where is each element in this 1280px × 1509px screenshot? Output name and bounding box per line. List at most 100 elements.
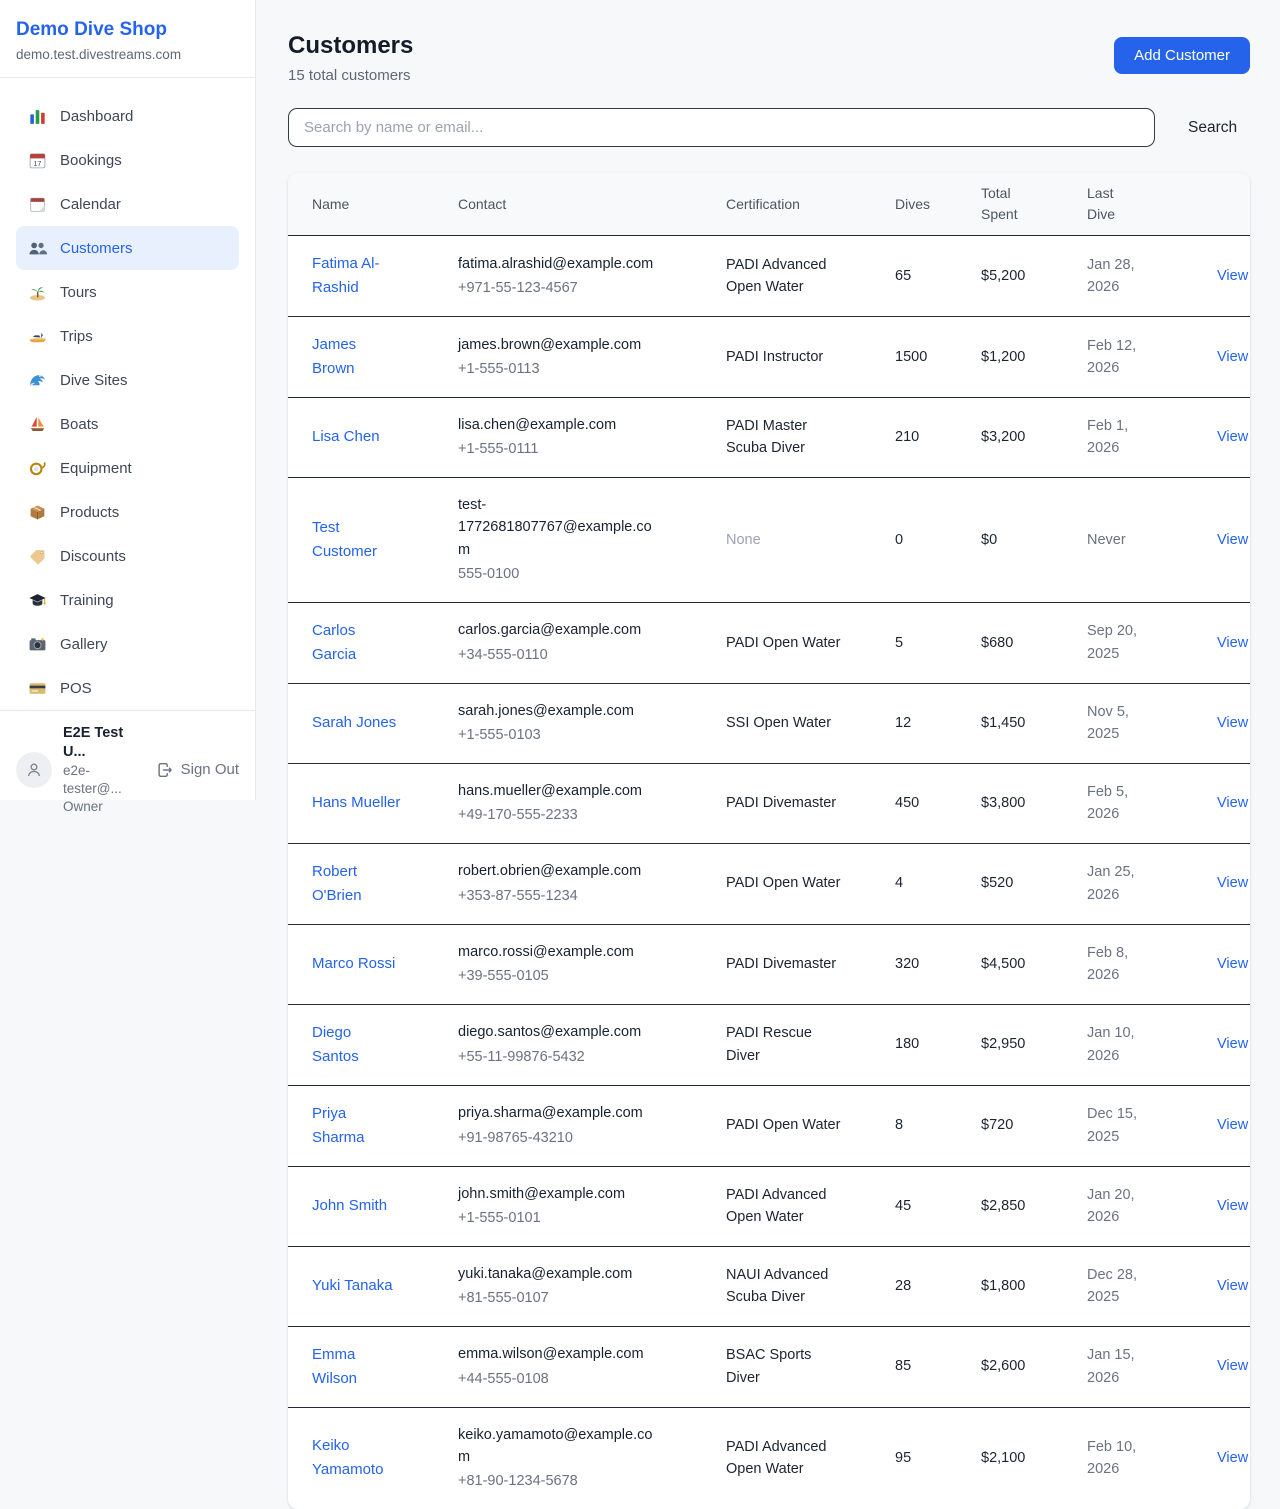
cell-certification: PADI Instructor — [726, 317, 895, 398]
cell-certification: PADI Open Water — [726, 1085, 895, 1166]
search-button[interactable]: Search — [1182, 118, 1243, 138]
cell-name: Lisa Chen — [288, 398, 458, 478]
view-link[interactable]: View — [1217, 1358, 1248, 1374]
customer-name-link[interactable]: John Smith — [312, 1194, 387, 1218]
view-link[interactable]: View — [1217, 1278, 1248, 1294]
customer-total-spent: $0 — [981, 532, 997, 548]
customer-name-link[interactable]: Priya Sharma — [312, 1102, 402, 1150]
sidebar-item-calendar[interactable]: Calendar — [16, 182, 239, 226]
view-link[interactable]: View — [1217, 429, 1248, 445]
view-link[interactable]: View — [1217, 875, 1248, 891]
view-link[interactable]: View — [1217, 795, 1248, 811]
customer-total-spent: $1,200 — [981, 349, 1025, 365]
customer-name-link[interactable]: Lisa Chen — [312, 425, 380, 449]
cell-certification: PADI Rescue Diver — [726, 1004, 895, 1085]
add-customer-button[interactable]: Add Customer — [1114, 37, 1250, 74]
sidebar-item-label: Tours — [60, 284, 97, 301]
sidebar-item-training[interactable]: Training — [16, 578, 239, 622]
customer-email: john.smith@example.com — [458, 1183, 663, 1205]
view-link[interactable]: View — [1217, 349, 1248, 365]
view-link[interactable]: View — [1217, 715, 1248, 731]
cell-contact: carlos.garcia@example.com+34-555-0110 — [458, 602, 726, 683]
cell-last-dive: Jan 28, 2026 — [1087, 236, 1193, 317]
cell-certification: PADI Master Scuba Diver — [726, 398, 895, 478]
customer-dives: 1500 — [895, 349, 927, 365]
cell-dives: 320 — [895, 924, 981, 1004]
view-link[interactable]: View — [1217, 1117, 1248, 1133]
view-link[interactable]: View — [1217, 1198, 1248, 1214]
sidebar-item-pos[interactable]: POS — [16, 666, 239, 710]
search-input[interactable] — [288, 108, 1155, 147]
customer-name-link[interactable]: Sarah Jones — [312, 711, 396, 735]
customer-name-link[interactable]: Yuki Tanaka — [312, 1274, 393, 1298]
bar-chart-icon — [28, 107, 47, 126]
customer-last-dive: Jan 28, 2026 — [1087, 254, 1151, 299]
view-link[interactable]: View — [1217, 1450, 1248, 1466]
table-row: Hans Muellerhans.mueller@example.com+49-… — [288, 763, 1250, 843]
customer-name-link[interactable]: Keiko Yamamoto — [312, 1434, 402, 1482]
customer-email: marco.rossi@example.com — [458, 941, 663, 963]
customer-name-link[interactable]: James Brown — [312, 333, 402, 381]
cell-contact: john.smith@example.com+1-555-0101 — [458, 1166, 726, 1246]
sign-out-button[interactable]: Sign Out — [156, 761, 239, 779]
customer-dives: 210 — [895, 429, 919, 445]
customer-name-link[interactable]: Hans Mueller — [312, 791, 400, 815]
customer-certification: PADI Divemaster — [726, 953, 836, 975]
user-email: e2e-tester@... — [63, 762, 145, 798]
sidebar-item-gallery[interactable]: Gallery — [16, 622, 239, 666]
customer-total-spent: $3,200 — [981, 429, 1025, 445]
sidebar-item-boats[interactable]: Boats — [16, 402, 239, 446]
cell-total-spent: $2,100 — [981, 1407, 1087, 1509]
view-link[interactable]: View — [1217, 532, 1248, 548]
customer-name-link[interactable]: Robert O'Brien — [312, 860, 402, 908]
cell-name: Fatima Al-Rashid — [288, 236, 458, 317]
customer-email: priya.sharma@example.com — [458, 1102, 663, 1124]
cell-last-dive: Never — [1087, 477, 1193, 602]
customer-last-dive: Feb 12, 2026 — [1087, 335, 1151, 380]
customer-dives: 85 — [895, 1358, 911, 1374]
customer-certification: PADI Advanced Open Water — [726, 1436, 846, 1481]
sidebar-item-trips[interactable]: Trips — [16, 314, 239, 358]
customer-last-dive: Jan 20, 2026 — [1087, 1184, 1151, 1229]
sidebar-item-products[interactable]: Products — [16, 490, 239, 534]
customer-dives: 12 — [895, 715, 911, 731]
sidebar-item-label: Training — [60, 592, 114, 609]
sidebar-item-discounts[interactable]: Discounts — [16, 534, 239, 578]
page-title: Customers — [288, 32, 413, 60]
sidebar-item-label: Discounts — [60, 548, 126, 565]
customer-certification: PADI Advanced Open Water — [726, 1184, 846, 1229]
customer-phone: +971-55-123-4567 — [458, 277, 712, 299]
view-link[interactable]: View — [1217, 268, 1248, 284]
customer-name-link[interactable]: Marco Rossi — [312, 952, 395, 976]
sidebar-item-bookings[interactable]: 17Bookings — [16, 138, 239, 182]
sidebar-item-customers[interactable]: Customers — [16, 226, 239, 270]
camera-icon — [28, 635, 47, 654]
cell-actions: View — [1193, 1085, 1250, 1166]
table-row: John Smith john.smith@example.com+1-555-0… — [288, 1166, 1250, 1246]
customer-name-link[interactable]: Diego Santos — [312, 1021, 402, 1069]
table-row: James Brownjames.brown@example.com+1-555… — [288, 317, 1250, 398]
cell-certification: BSAC Sports Diver — [726, 1326, 895, 1407]
cell-dives: 85 — [895, 1326, 981, 1407]
sidebar-item-tours[interactable]: Tours — [16, 270, 239, 314]
tag-icon — [28, 547, 47, 566]
customer-total-spent: $2,850 — [981, 1198, 1025, 1214]
cell-total-spent: $1,800 — [981, 1246, 1087, 1326]
sidebar-item-dive-sites[interactable]: Dive Sites — [16, 358, 239, 402]
table-header-row: NameContactCertificationDivesTotal Spent… — [288, 173, 1250, 236]
graduation-cap-icon — [28, 591, 47, 610]
users-icon — [28, 239, 47, 258]
view-link[interactable]: View — [1217, 635, 1248, 651]
customer-name-link[interactable]: Carlos Garcia — [312, 619, 402, 667]
sidebar-item-equipment[interactable]: Equipment — [16, 446, 239, 490]
customer-name-link[interactable]: Test Customer — [312, 516, 402, 564]
customer-phone: +1-555-0101 — [458, 1207, 712, 1229]
customer-dives: 4 — [895, 875, 903, 891]
customer-name-link[interactable]: Emma Wilson — [312, 1343, 402, 1391]
view-link[interactable]: View — [1217, 1036, 1248, 1052]
cell-last-dive: Feb 12, 2026 — [1087, 317, 1193, 398]
view-link[interactable]: View — [1217, 956, 1248, 972]
customer-name-link[interactable]: Fatima Al-Rashid — [312, 252, 402, 300]
sidebar-item-dashboard[interactable]: Dashboard — [16, 94, 239, 138]
customer-phone: +55-11-99876-5432 — [458, 1046, 712, 1068]
